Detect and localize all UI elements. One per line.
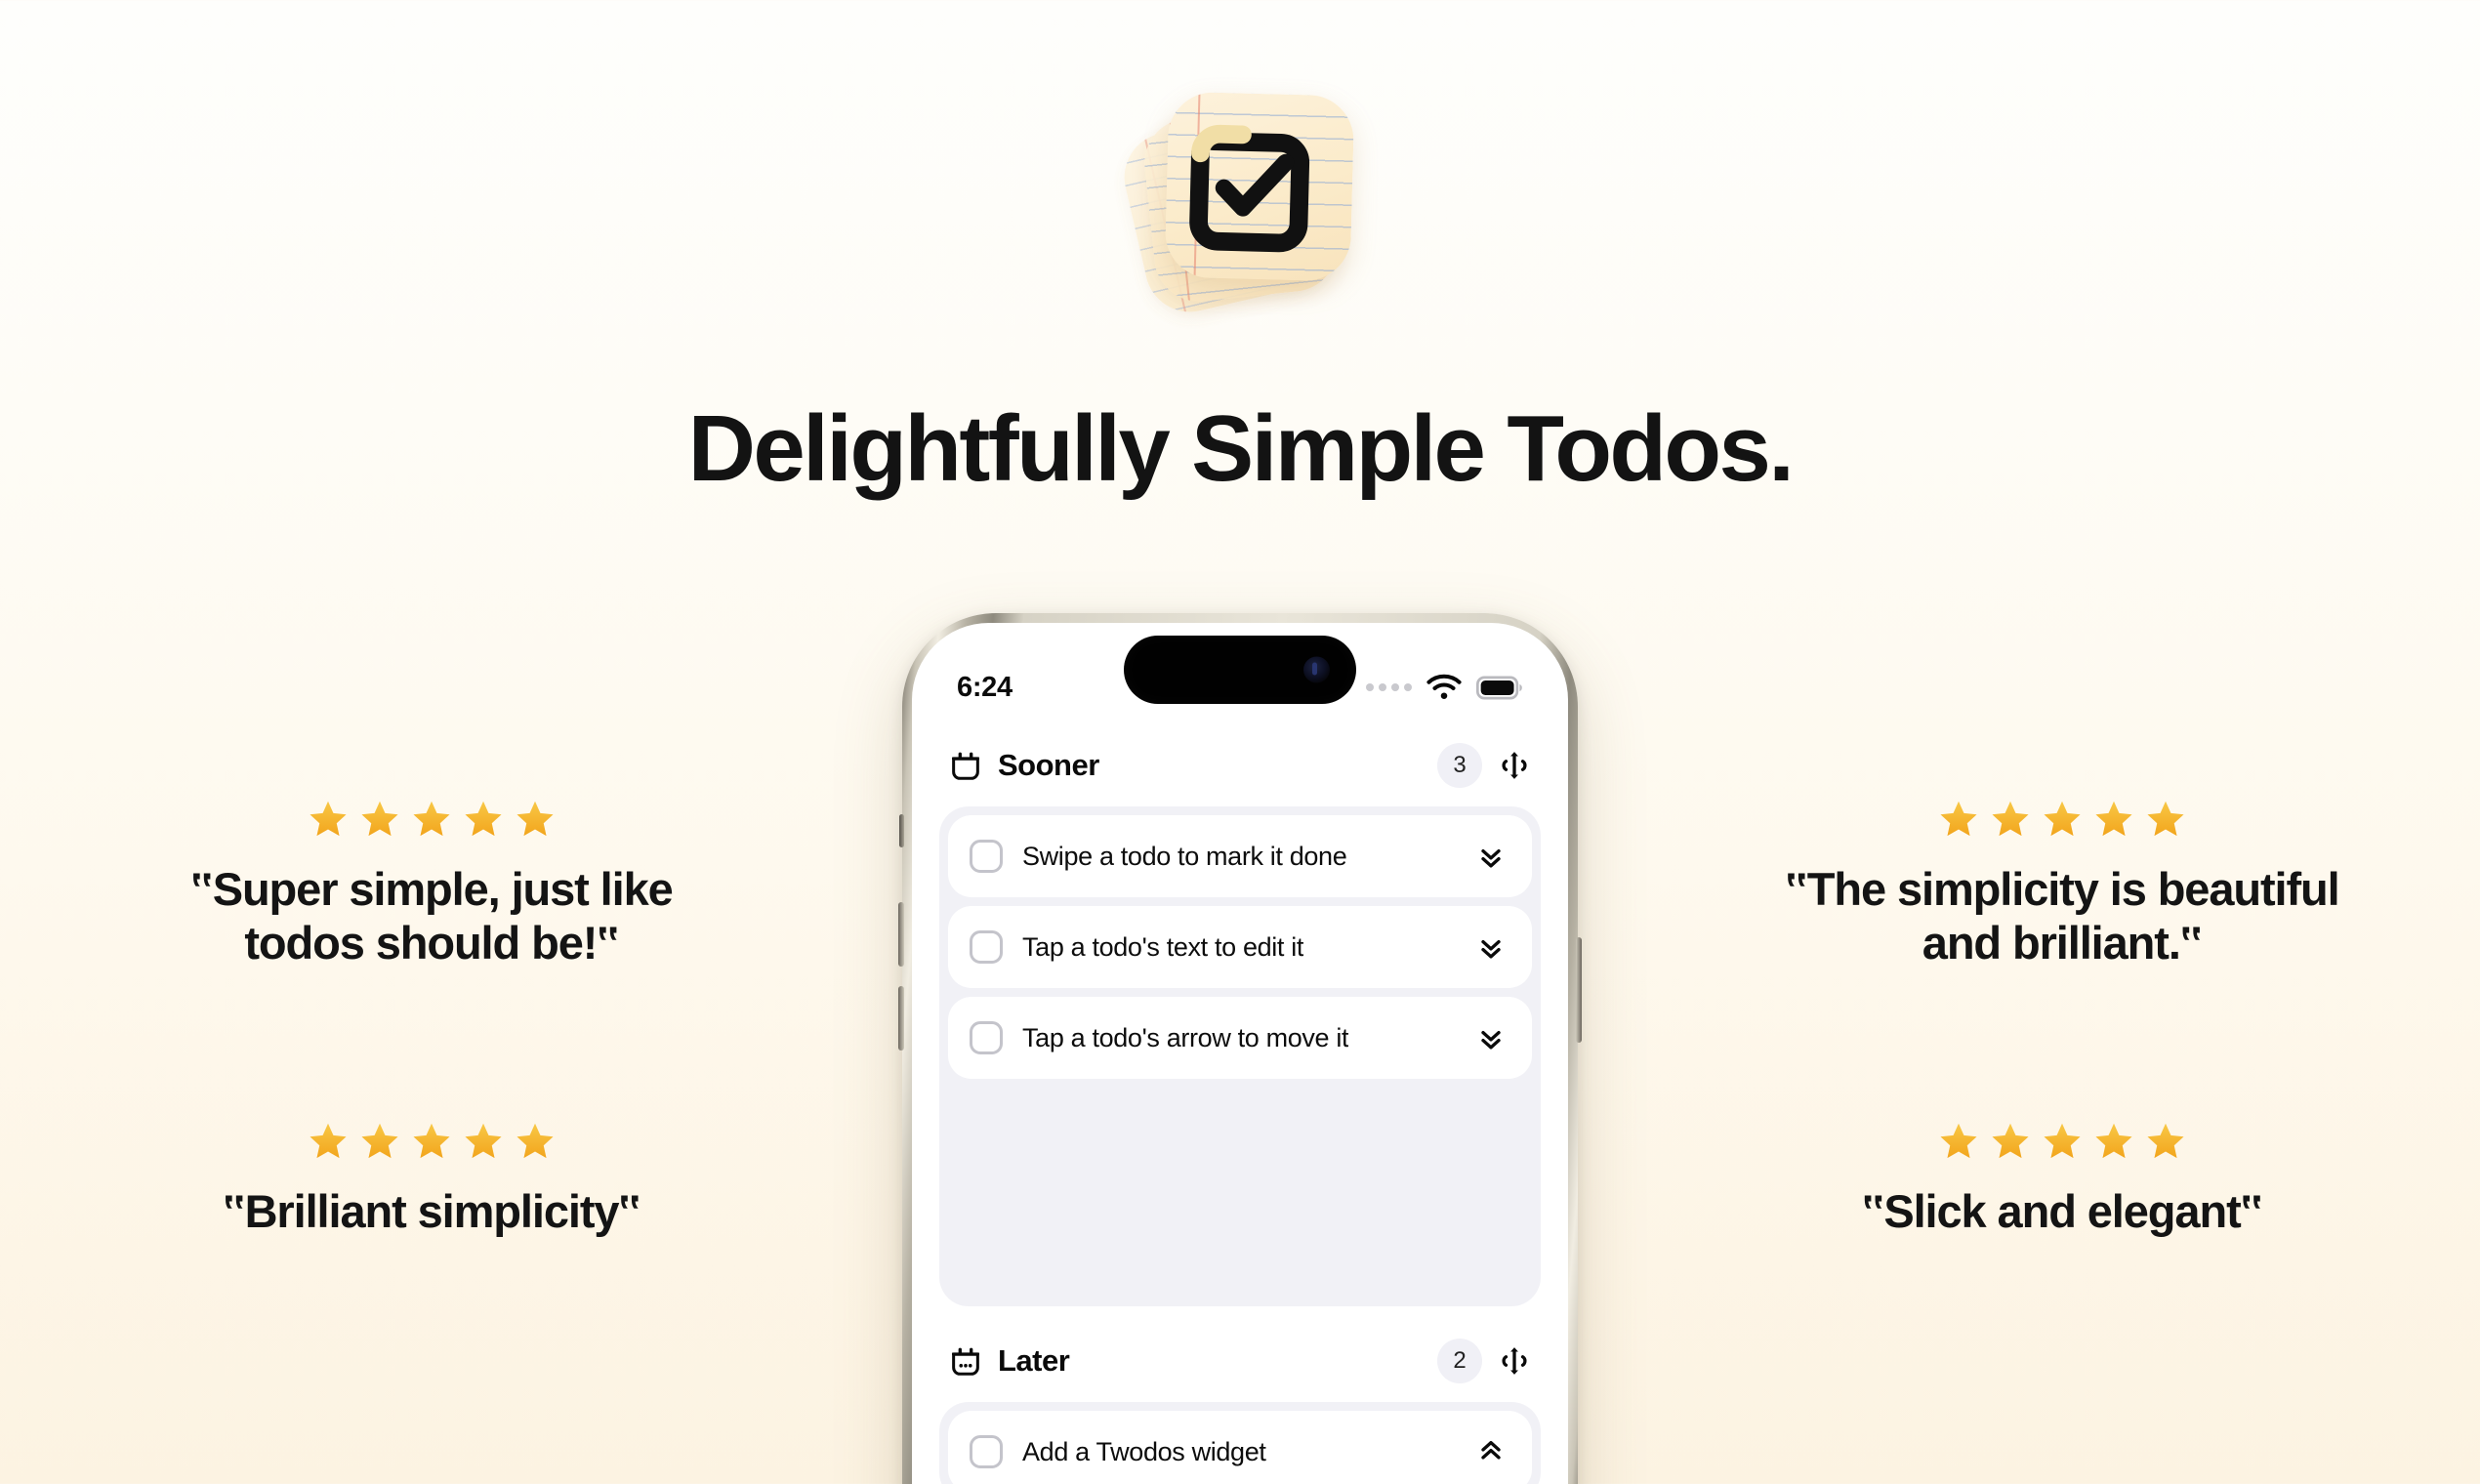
star-icon [310,1123,347,1159]
move-arrows-icon[interactable] [1496,747,1533,784]
todo-item[interactable]: Tap a todo's arrow to move it [948,997,1532,1079]
star-icon [1940,801,1977,837]
cellular-dots-icon [1366,683,1412,691]
power-button[interactable] [1576,937,1582,1043]
todo-label[interactable]: Tap a todo's arrow to move it [1022,1023,1348,1053]
todo-checkbox[interactable] [970,1021,1003,1054]
star-icon [361,1123,398,1159]
section-title: Sooner [998,748,1099,782]
star-icon [413,801,450,837]
calendar-later-icon [951,1347,980,1376]
star-icon [465,801,502,837]
todo-checkbox[interactable] [970,930,1003,964]
star-icon [517,1123,554,1159]
testimonial-bottom-right: ‟Slick and elegant‟ [1759,1121,2365,1239]
star-icon [1992,801,2029,837]
todo-label[interactable]: Swipe a todo to mark it done [1022,842,1346,872]
todo-label[interactable]: Add a Twodos widget [1022,1437,1266,1467]
testimonial-quote: ‟Super simple, just like todos should be… [190,863,673,969]
todo-item[interactable]: Tap a todo's text to edit it [948,906,1532,988]
status-bar-time: 6:24 [957,671,1013,703]
app-icon [1115,76,1362,321]
battery-full-icon [1476,676,1522,699]
testimonial-quote: ‟Slick and elegant‟ [1861,1185,2263,1237]
star-rating [1759,1121,2365,1162]
todo-item[interactable]: Add a Twodos widget [948,1411,1532,1484]
star-icon [2044,1123,2081,1159]
star-icon [310,801,347,837]
section-header-sooner: Sooner 3 [912,724,1568,806]
star-icon [465,1123,502,1159]
testimonial-bottom-left: ‟Brilliant simplicity‟ [129,1121,734,1239]
star-icon [1940,1123,1977,1159]
section-header-later: Later 2 [912,1320,1568,1402]
todo-list-later: Add a Twodos widget [939,1402,1541,1484]
todo-app-body: Sooner 3 Swipe a todo to mark it done Ta… [912,724,1568,1484]
calendar-sooner-icon [951,752,980,780]
todo-label[interactable]: Tap a todo's text to edit it [1022,932,1303,963]
mute-switch-button[interactable] [899,814,904,847]
dynamic-island [1124,636,1356,704]
todo-item[interactable]: Swipe a todo to mark it done [948,815,1532,897]
front-camera-lens [1303,656,1330,683]
checkbox-check-icon [1189,124,1310,253]
star-icon [2044,801,2081,837]
status-bar-indicators [1366,674,1523,701]
star-icon [413,1123,450,1159]
section-count-badge: 3 [1437,743,1482,788]
star-icon [2095,801,2132,837]
star-icon [2147,1123,2184,1159]
phone-mockup: 6:24 Sooner 3 Swipe a todo to mark it do… [898,613,1582,1484]
chevron-double-up-icon[interactable] [1475,1436,1507,1467]
todo-checkbox[interactable] [970,1435,1003,1468]
star-icon [361,801,398,837]
star-icon [517,801,554,837]
volume-down-button[interactable] [898,986,904,1051]
star-icon [2147,801,2184,837]
page-title: Delightfully Simple Todos. [687,396,1795,501]
chevron-double-down-icon[interactable] [1475,841,1507,872]
testimonial-quote: ‟Brilliant simplicity‟ [223,1185,641,1237]
move-arrows-icon[interactable] [1496,1342,1533,1380]
star-rating [129,799,734,840]
star-rating [129,1121,734,1162]
star-icon [1992,1123,2029,1159]
chevron-double-down-icon[interactable] [1475,1022,1507,1053]
section-title: Later [998,1343,1070,1378]
star-icon [2095,1123,2132,1159]
testimonial-top-right: ‟The simplicity is beautiful and brillia… [1759,799,2365,970]
phone-screen: 6:24 Sooner 3 Swipe a todo to mark it do… [912,623,1568,1484]
testimonial-top-left: ‟Super simple, just like todos should be… [129,799,734,970]
todo-checkbox[interactable] [970,840,1003,873]
volume-up-button[interactable] [898,902,904,967]
section-count-badge: 2 [1437,1339,1482,1383]
wifi-icon [1426,674,1462,699]
chevron-double-down-icon[interactable] [1475,931,1507,963]
testimonial-quote: ‟The simplicity is beautiful and brillia… [1785,863,2339,969]
app-icon-stage [1115,76,1362,321]
star-rating [1759,799,2365,840]
status-bar: 6:24 [912,623,1568,724]
todo-list-sooner: Swipe a todo to mark it done Tap a todo'… [939,806,1541,1306]
